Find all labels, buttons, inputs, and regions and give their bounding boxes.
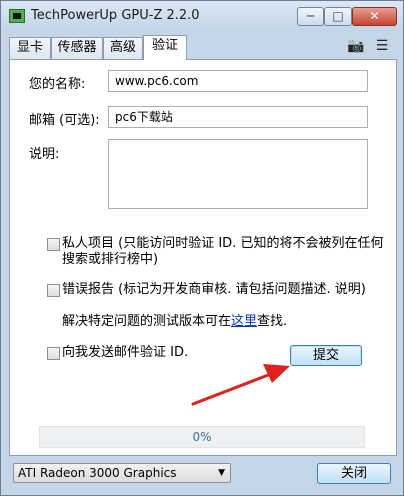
annotation-arrow-head <box>263 364 290 383</box>
annotation-arrow-icon <box>191 364 290 406</box>
annotation-arrow-shaft <box>191 370 278 406</box>
tab-validation[interactable]: 验证 <box>143 35 187 60</box>
